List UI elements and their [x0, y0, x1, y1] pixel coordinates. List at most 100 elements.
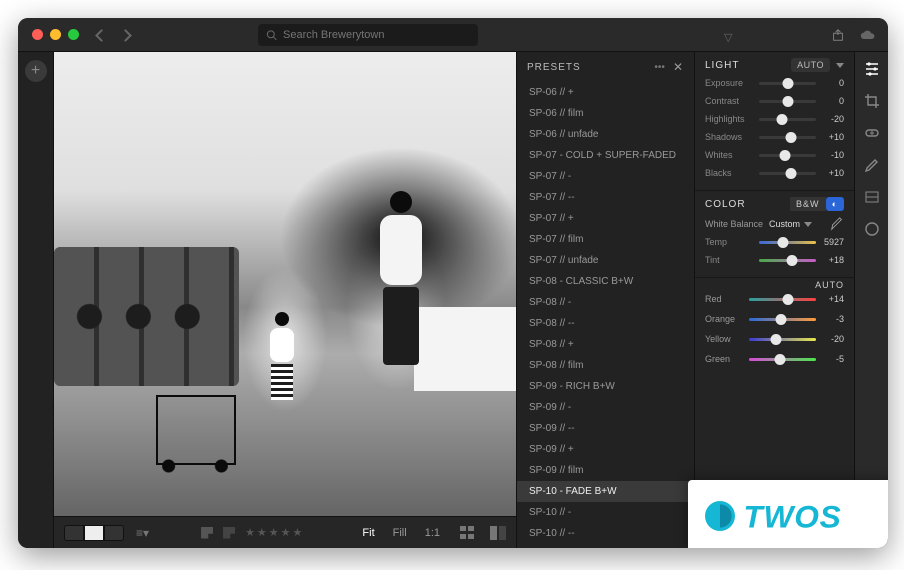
- zoom-1to1-button[interactable]: 1:1: [419, 525, 446, 541]
- titlebar-right: [724, 28, 874, 42]
- whites-slider[interactable]: [759, 154, 816, 157]
- eyedropper-icon[interactable]: [830, 217, 844, 231]
- search-icon: [266, 29, 277, 41]
- single-view-button[interactable]: [84, 525, 104, 541]
- radial-gradient-icon[interactable]: [863, 220, 881, 238]
- preset-item[interactable]: SP-07 // unfade: [517, 250, 694, 271]
- shadows-slider[interactable]: [759, 136, 816, 139]
- photo-preview: [54, 52, 516, 516]
- preset-item[interactable]: SP-07 // --: [517, 187, 694, 208]
- preset-item[interactable]: SP-10 // -: [517, 502, 694, 523]
- flag-pick-icon[interactable]: [201, 527, 213, 539]
- preset-item[interactable]: SP-08 // --: [517, 313, 694, 334]
- color-mode-button[interactable]: ◐: [826, 197, 844, 211]
- linear-gradient-icon[interactable]: [863, 188, 881, 206]
- presets-close-icon[interactable]: ✕: [673, 60, 684, 74]
- zoom-fill-button[interactable]: Fill: [387, 525, 413, 541]
- presets-panel: PRESETS ••• ✕ SP-06 // +SP-06 // filmSP-…: [516, 52, 694, 548]
- brush-icon[interactable]: [863, 156, 881, 174]
- preset-item[interactable]: SP-07 // +: [517, 208, 694, 229]
- nav-forward-icon[interactable]: [121, 28, 135, 42]
- slider-value: 0: [820, 96, 844, 106]
- yellow-slider[interactable]: [749, 338, 816, 341]
- sliders-icon[interactable]: [863, 60, 881, 78]
- add-photo-button[interactable]: +: [25, 60, 47, 82]
- nav-back-icon[interactable]: [97, 28, 111, 42]
- preset-item[interactable]: SP-10 // +: [517, 544, 694, 548]
- preset-item[interactable]: SP-09 - RICH B+W: [517, 376, 694, 397]
- sort-icon[interactable]: ≡▾: [136, 526, 149, 540]
- flag-reject-icon[interactable]: [223, 527, 235, 539]
- bottom-bar: ≡▾ ★★★★★ Fit Fill 1:1: [54, 516, 516, 548]
- preset-item[interactable]: SP-10 - FADE B+W: [517, 481, 694, 502]
- preset-item[interactable]: SP-06 // +: [517, 82, 694, 103]
- color-channel-label: Green: [705, 354, 745, 364]
- bw-mode-button[interactable]: B&W: [790, 197, 826, 211]
- preset-item[interactable]: SP-08 // +: [517, 334, 694, 355]
- preset-item[interactable]: SP-10 // --: [517, 523, 694, 544]
- zoom-group: Fit Fill 1:1: [356, 525, 506, 541]
- preset-item[interactable]: SP-09 // +: [517, 439, 694, 460]
- star-rating[interactable]: ★★★★★: [245, 526, 304, 539]
- preset-item[interactable]: SP-07 - COLD + SUPER-FADED: [517, 145, 694, 166]
- grid-view-button[interactable]: [64, 525, 84, 541]
- window-fullscreen-button[interactable]: [68, 29, 79, 40]
- search-input[interactable]: [283, 29, 470, 41]
- filmstrip-icon[interactable]: [460, 526, 476, 540]
- before-after-icon[interactable]: [490, 526, 506, 540]
- detail-view-button[interactable]: [104, 525, 124, 541]
- color-section: COLOR B&W ◐ White Balance Custom: [695, 191, 854, 278]
- cloud-sync-icon[interactable]: [860, 28, 874, 42]
- red-slider[interactable]: [749, 298, 816, 301]
- preset-item[interactable]: SP-09 // -: [517, 397, 694, 418]
- preset-item[interactable]: SP-09 // --: [517, 418, 694, 439]
- highlights-slider[interactable]: [759, 118, 816, 121]
- preset-item[interactable]: SP-06 // unfade: [517, 124, 694, 145]
- adjust-panel: LIGHT AUTO Exposure0Contrast0Highlights-…: [694, 52, 854, 548]
- scene-adult-figure: [377, 191, 425, 371]
- temp-slider[interactable]: [759, 241, 816, 244]
- presets-title: PRESETS: [527, 62, 581, 73]
- preset-item[interactable]: SP-07 // film: [517, 229, 694, 250]
- search-box[interactable]: [258, 24, 478, 46]
- share-icon[interactable]: [830, 28, 844, 42]
- filter-icon[interactable]: [724, 28, 738, 42]
- preset-item[interactable]: SP-09 // film: [517, 460, 694, 481]
- color-mixer-auto-button[interactable]: AUTO: [815, 280, 844, 290]
- light-collapse-icon[interactable]: [836, 63, 844, 68]
- exposure-slider[interactable]: [759, 82, 816, 85]
- color-channel-value: -5: [820, 354, 844, 364]
- tint-slider[interactable]: [759, 259, 816, 262]
- color-channel-label: Yellow: [705, 334, 745, 344]
- scene-child-figure: [267, 312, 297, 402]
- presets-more-icon[interactable]: •••: [654, 62, 665, 73]
- contrast-slider[interactable]: [759, 100, 816, 103]
- color-channel-label: Orange: [705, 314, 745, 324]
- view-mode-switch[interactable]: [64, 525, 124, 541]
- preset-item[interactable]: SP-08 // film: [517, 355, 694, 376]
- preset-item[interactable]: SP-06 // film: [517, 103, 694, 124]
- slider-label: Whites: [705, 150, 755, 160]
- slider-value: -20: [820, 114, 844, 124]
- preset-item[interactable]: SP-08 - CLASSIC B+W: [517, 271, 694, 292]
- slider-value: +10: [820, 168, 844, 178]
- main-body: +: [18, 52, 888, 548]
- zoom-fit-button[interactable]: Fit: [356, 525, 380, 541]
- window-minimize-button[interactable]: [50, 29, 61, 40]
- crop-icon[interactable]: [863, 92, 881, 110]
- orange-slider[interactable]: [749, 318, 816, 321]
- slider-label: Contrast: [705, 96, 755, 106]
- heal-icon[interactable]: [863, 124, 881, 142]
- color-channel-label: Red: [705, 294, 745, 304]
- preset-item[interactable]: SP-08 // -: [517, 292, 694, 313]
- light-auto-button[interactable]: AUTO: [791, 58, 830, 72]
- blacks-slider[interactable]: [759, 172, 816, 175]
- white-balance-dropdown[interactable]: Custom: [769, 219, 812, 229]
- window-close-button[interactable]: [32, 29, 43, 40]
- overlay-logo-text: TWOS: [744, 499, 842, 535]
- tint-label: Tint: [705, 255, 755, 265]
- slider-label: Highlights: [705, 114, 755, 124]
- photo-canvas[interactable]: [54, 52, 516, 516]
- preset-item[interactable]: SP-07 // -: [517, 166, 694, 187]
- green-slider[interactable]: [749, 358, 816, 361]
